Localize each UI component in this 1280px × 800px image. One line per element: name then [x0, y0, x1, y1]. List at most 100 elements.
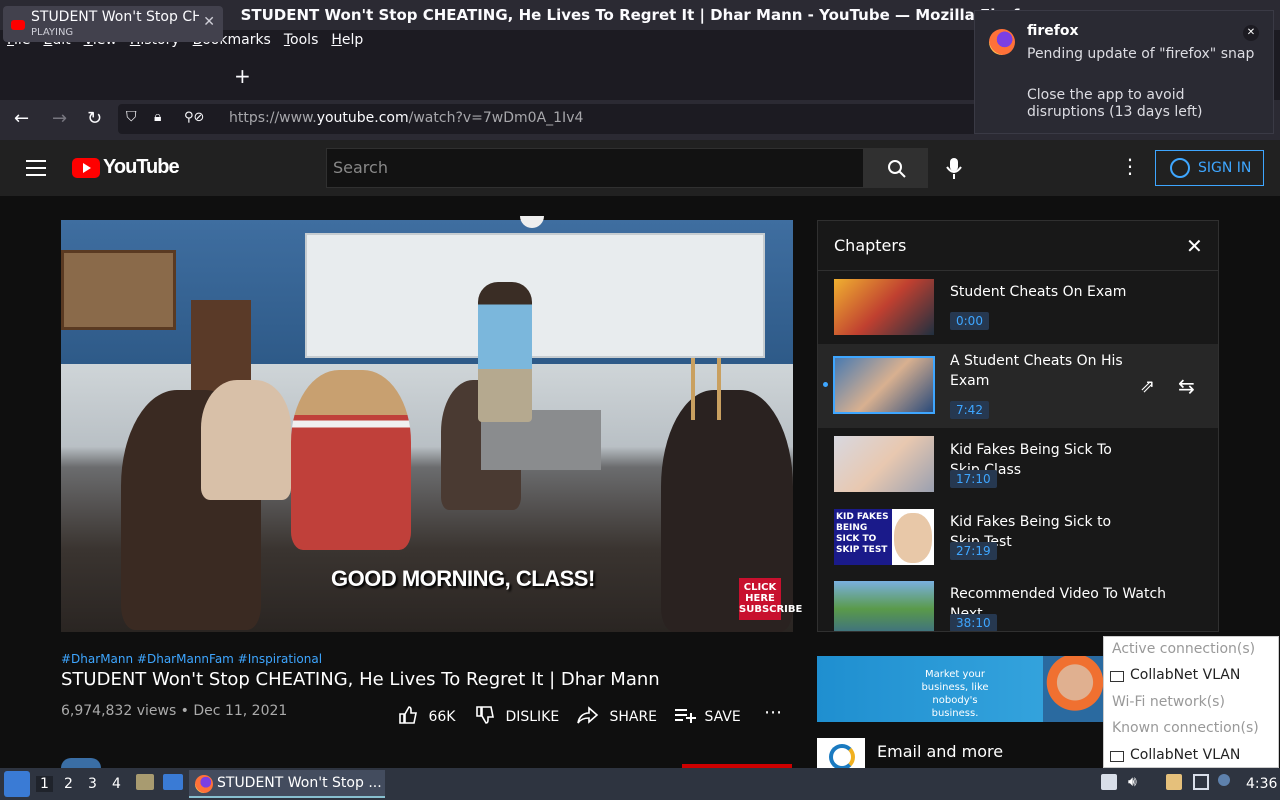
reload-icon[interactable]: ↻: [87, 108, 102, 129]
share-button[interactable]: SHARE: [577, 705, 657, 725]
search-button[interactable]: [864, 148, 928, 188]
thumbs-up-icon: [399, 706, 417, 724]
chapter-title: A Student Cheats On His Exam: [950, 353, 1123, 389]
forward-arrow-icon[interactable]: →: [52, 108, 67, 129]
loop-icon[interactable]: ⇆: [1178, 374, 1195, 398]
active-connections-header: Active connection(s): [1112, 641, 1256, 657]
firefox-icon: [195, 775, 213, 793]
chapter-item-active[interactable]: A Student Cheats On His Exam 7:42 ⇗ ⇆: [818, 344, 1218, 428]
chapter-item[interactable]: Recommended Video To Watch Next 38:10: [818, 574, 1218, 631]
chapter-timestamp: 27:19: [950, 542, 997, 560]
save-button[interactable]: SAVE: [674, 705, 741, 725]
save-label: SAVE: [704, 709, 741, 725]
student-figure: [291, 370, 411, 550]
network-icon[interactable]: [1193, 774, 1209, 790]
tray-files-icon[interactable]: [1166, 774, 1182, 790]
like-count: 66K: [428, 709, 456, 725]
notification-app: firefox: [1027, 23, 1079, 39]
lock-icon[interactable]: 🔒︎: [154, 109, 161, 125]
video-title: STUDENT Won't Stop CHEATING, He Lives To…: [61, 669, 660, 690]
workspace-2[interactable]: 2: [64, 776, 73, 792]
voice-search-mic-icon[interactable]: [944, 156, 964, 185]
video-views-date: 6,974,832 views • Dec 11, 2021: [61, 703, 288, 719]
url-domain: youtube.com: [316, 110, 409, 126]
ad-image: [1043, 656, 1107, 722]
hamburger-menu-icon[interactable]: [26, 160, 46, 176]
back-arrow-icon[interactable]: ←: [14, 108, 29, 129]
url-text[interactable]: https://www.youtube.com/watch?v=7wDm0A_1…: [229, 110, 583, 126]
student-figure: [201, 380, 291, 500]
youtube-favicon-icon: [11, 20, 25, 30]
chapter-title: Student Cheats On Exam: [950, 284, 1127, 300]
search-input[interactable]: Search: [326, 148, 864, 188]
whiteboard: [305, 233, 765, 358]
volume-icon[interactable]: 🔊︎: [1128, 774, 1144, 790]
chapter-timestamp: 38:10: [950, 614, 997, 631]
network-item-known[interactable]: CollabNet VLAN: [1104, 743, 1278, 769]
network-item-active[interactable]: CollabNet VLAN: [1104, 663, 1278, 689]
chapter-thumbnail: [833, 356, 935, 414]
share-chapter-icon[interactable]: ⇗: [1140, 376, 1155, 397]
dislike-button[interactable]: DISLIKE: [475, 705, 559, 725]
clock: 4:36: [1246, 776, 1278, 792]
thumbnail-text: KID FAKES BEING SICK TO SKIP TEST: [834, 509, 892, 565]
start-menu-icon[interactable]: [4, 771, 30, 797]
new-tab-button[interactable]: +: [234, 64, 251, 88]
sign-in-label: SIGN IN: [1198, 160, 1252, 176]
menu-tools[interactable]: Tools: [284, 30, 319, 48]
subscribe-overlay[interactable]: CLICK HERE SUBSCRIBE: [739, 578, 802, 620]
chapter-thumbnail: [834, 581, 934, 631]
video-hashtags[interactable]: #DharMann #DharMannFam #Inspirational: [61, 652, 322, 666]
notification-line2: Close the app to avoid disruptions (13 d…: [1027, 87, 1203, 120]
notification-line1: Pending update of "firefox" snap: [1027, 46, 1255, 62]
like-button[interactable]: 66K: [398, 705, 455, 725]
shield-icon[interactable]: ⛉: [126, 109, 137, 125]
network-menu: Active connection(s) CollabNet VLAN Wi-F…: [1103, 636, 1279, 768]
url-path: /watch?v=7wDm0A_1Iv4: [408, 110, 584, 126]
menu-help[interactable]: Help: [331, 30, 363, 48]
chapter-item[interactable]: KID FAKES BEING SICK TO SKIP TEST Kid Fa…: [818, 502, 1218, 572]
tab-playing-status: PLAYING: [31, 27, 74, 38]
chapter-thumbnail: KID FAKES BEING SICK TO SKIP TEST: [834, 509, 934, 565]
ad-email-text[interactable]: Email and more: [877, 742, 1003, 761]
thumbs-down-icon: [476, 706, 494, 724]
update-notification[interactable]: firefox Pending update of "firefox" snap…: [974, 10, 1274, 134]
file-manager-icon[interactable]: [136, 774, 154, 790]
share-label: SHARE: [609, 709, 658, 725]
url-prefix: https://www.: [229, 110, 317, 126]
chapter-item[interactable]: Student Cheats On Exam 0:00: [818, 272, 1218, 342]
chapter-timestamp: 0:00: [950, 312, 989, 330]
permissions-icon[interactable]: ⚲⊘: [184, 110, 204, 125]
add-to-playlist-icon: [675, 709, 696, 723]
update-notifier-icon[interactable]: [1218, 774, 1230, 786]
chapter-timestamp: 17:10: [950, 470, 997, 488]
settings-kebab-icon[interactable]: ⋮: [1120, 154, 1140, 178]
chapters-header: Chapters: [834, 236, 907, 255]
divider: [818, 270, 1218, 271]
video-date: Dec 11, 2021: [193, 703, 288, 719]
youtube-logo-text[interactable]: YouTube: [103, 156, 180, 179]
known-connections-header: Known connection(s): [1112, 720, 1259, 737]
taskbar-window-title: STUDENT Won't Stop ...: [217, 775, 382, 791]
close-icon[interactable]: ✕: [1186, 234, 1203, 258]
ad-banner[interactable]: Market your business, like nobody's busi…: [817, 656, 1107, 722]
share-arrow-icon: [577, 706, 599, 724]
bulletin-board: [61, 250, 176, 330]
workspace-3[interactable]: 3: [88, 776, 97, 792]
workspace-4[interactable]: 4: [112, 776, 121, 792]
taskbar-firefox-window[interactable]: STUDENT Won't Stop ...: [189, 770, 385, 798]
tray-clipboard-icon[interactable]: [1101, 774, 1117, 790]
sign-in-button[interactable]: SIGN IN: [1155, 150, 1264, 186]
channel-avatar[interactable]: [61, 758, 101, 768]
tab-close-icon[interactable]: ✕: [203, 14, 215, 30]
ad-text: Market your business, like nobody's busi…: [921, 669, 989, 719]
notification-close-icon[interactable]: ✕: [1243, 25, 1259, 41]
chapter-thumbnail: [834, 279, 934, 335]
chapter-item[interactable]: Kid Fakes Being Sick To Skip Class 17:10: [818, 430, 1218, 500]
desktop-icon[interactable]: [163, 774, 183, 790]
tab-youtube[interactable]: STUDENT Won't Stop CHEATING PLAYING ✕: [3, 6, 223, 42]
workspace-1[interactable]: 1: [36, 776, 53, 792]
more-actions-icon[interactable]: ⋯: [764, 702, 782, 723]
ad-logo-icon: [817, 738, 865, 770]
youtube-logo-icon[interactable]: [72, 158, 100, 178]
